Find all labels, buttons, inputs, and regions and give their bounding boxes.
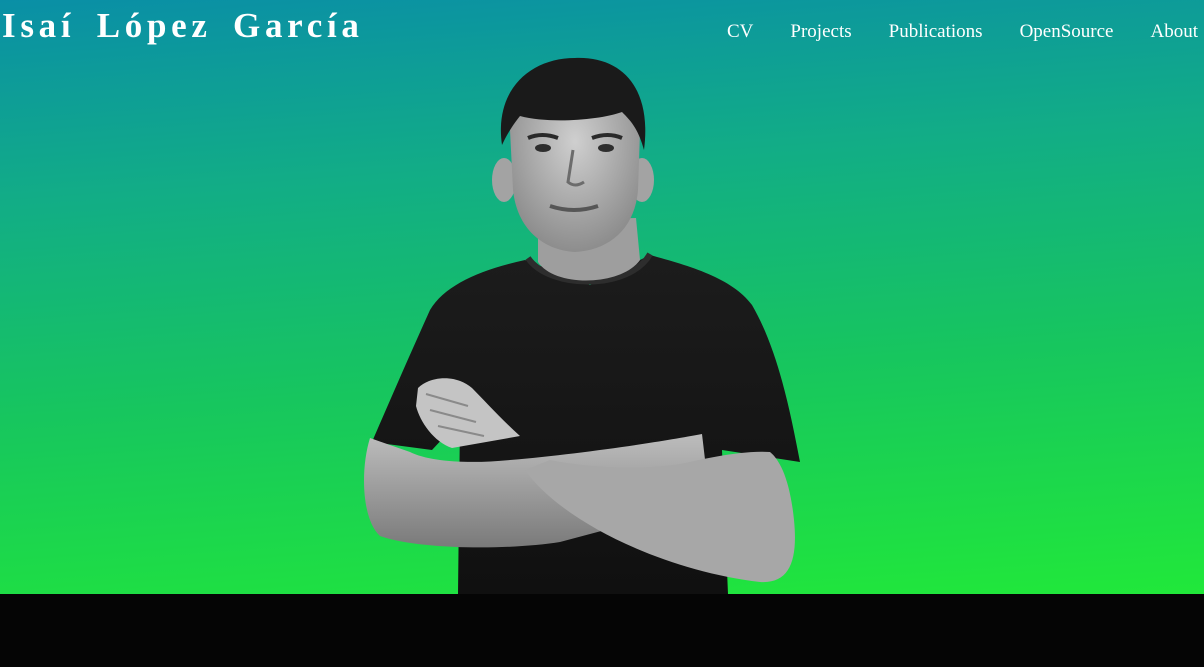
profile-portrait	[364, 57, 800, 594]
nav-link-projects[interactable]: Projects	[790, 21, 851, 43]
nav-link-opensource[interactable]: OpenSource	[1020, 21, 1114, 43]
nav-link-about[interactable]: About	[1151, 21, 1199, 43]
site-title[interactable]: Isaí López García	[2, 6, 364, 46]
nav-link-publications[interactable]: Publications	[889, 21, 983, 43]
footer-band	[0, 594, 1204, 667]
hero-banner: Isaí López García CV Projects Publicatio…	[0, 0, 1204, 594]
nav-link-cv[interactable]: CV	[727, 21, 753, 43]
